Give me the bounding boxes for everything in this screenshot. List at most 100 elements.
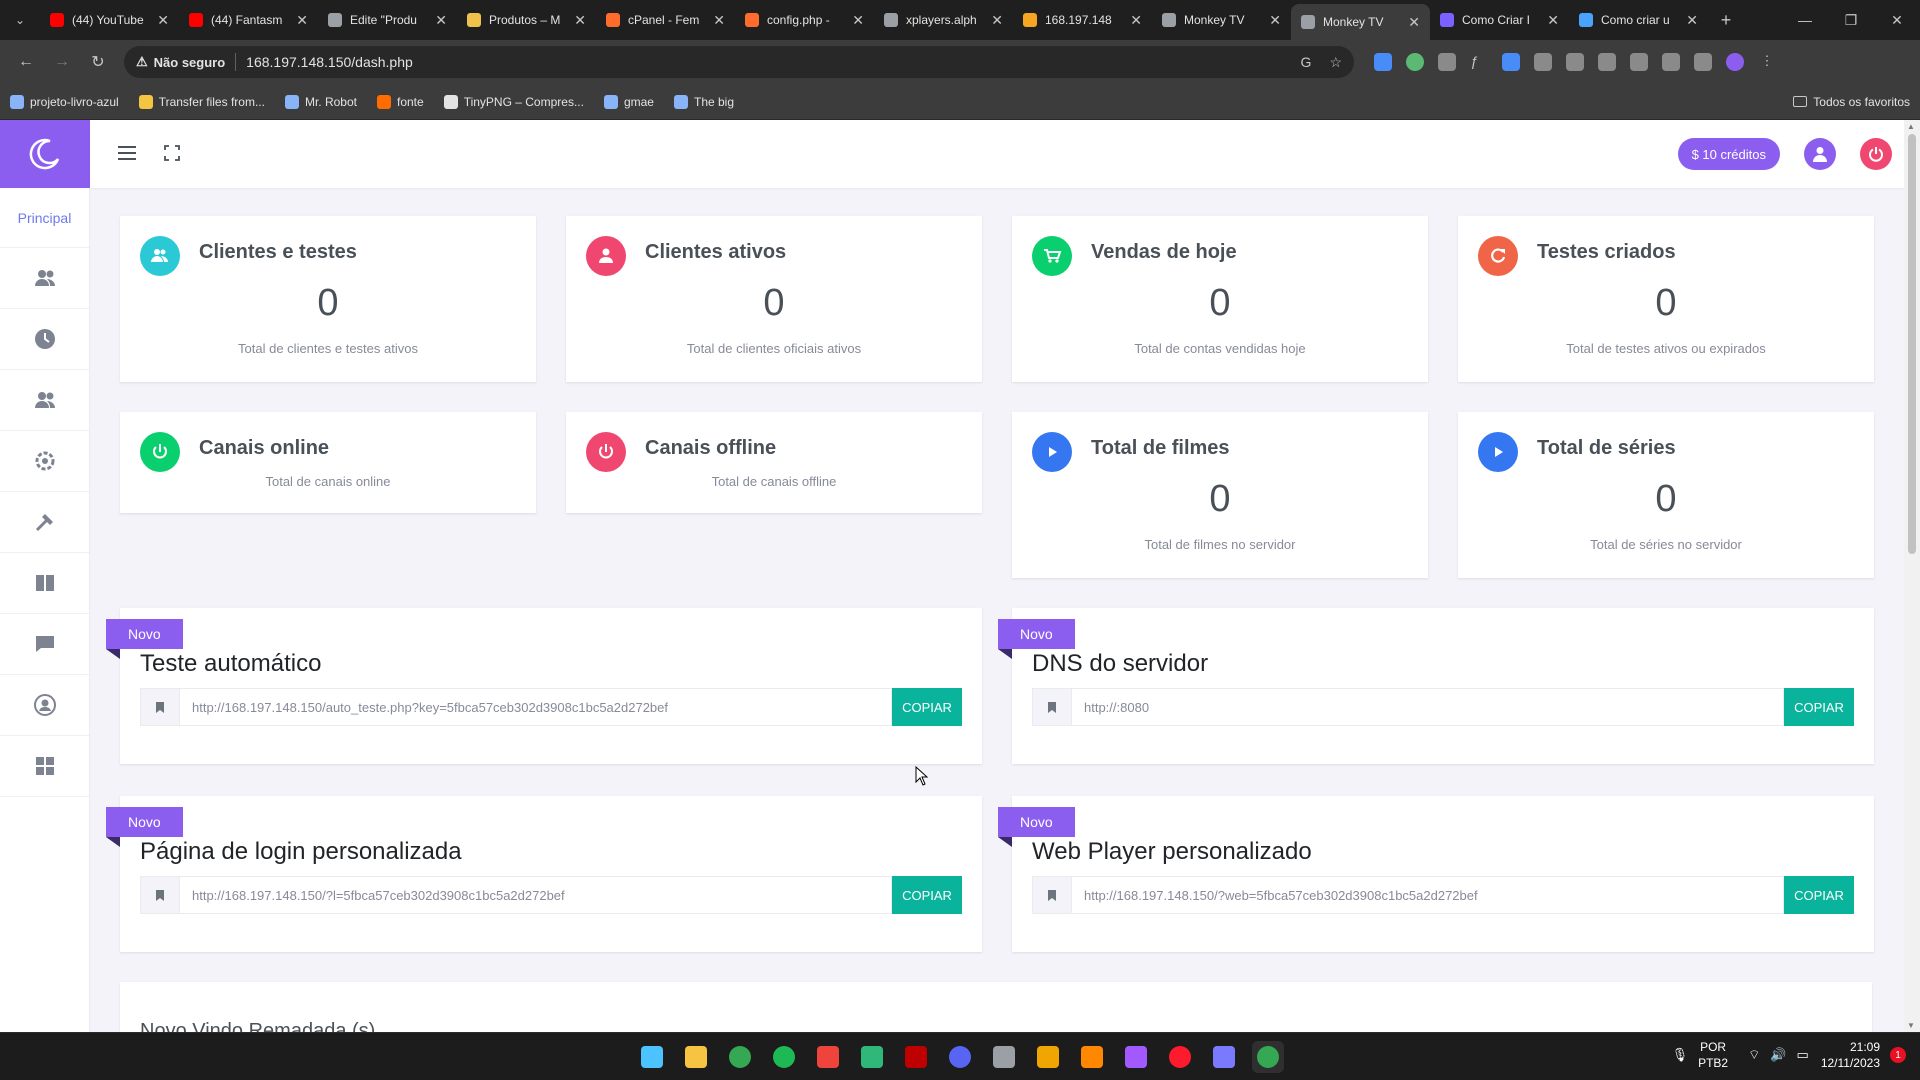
scroll-up-icon[interactable]: ▲	[1907, 122, 1915, 131]
chrome-icon[interactable]	[724, 1041, 756, 1073]
user-account-button[interactable]	[1804, 138, 1836, 170]
clock[interactable]: 21:09 12/11/2023	[1821, 1039, 1880, 1071]
address-bar[interactable]: ⚠ Não seguro 168.197.148.150/dash.php G …	[124, 46, 1354, 78]
fullscreen-icon[interactable]	[164, 145, 180, 164]
vlc-icon[interactable]	[1076, 1041, 1108, 1073]
camera-extension-icon[interactable]	[1438, 53, 1456, 71]
bookmark-item[interactable]: projeto-livro-azul	[10, 95, 119, 109]
sidebar-item-clock[interactable]	[0, 309, 89, 370]
app-icon[interactable]	[1120, 1041, 1152, 1073]
media-control-icon[interactable]	[1662, 53, 1680, 71]
volume-icon[interactable]: 🔊	[1770, 1047, 1786, 1063]
sidebar-item-account[interactable]	[0, 675, 89, 736]
profile-avatar[interactable]	[1726, 53, 1744, 71]
minimize-icon[interactable]: —	[1782, 12, 1828, 29]
chatgpt-icon[interactable]	[988, 1041, 1020, 1073]
copy-button[interactable]: COPIAR	[1784, 876, 1854, 914]
wifi-icon[interactable]: ⌔	[1748, 1047, 1760, 1063]
filezilla-icon[interactable]	[900, 1041, 932, 1073]
app-icon[interactable]	[856, 1041, 888, 1073]
sidebar-item-group[interactable]	[0, 370, 89, 431]
tab-close-icon[interactable]: ✕	[852, 12, 864, 29]
new-tab-button[interactable]: +	[1708, 10, 1744, 31]
browser-tab[interactable]: config.php -✕	[735, 0, 874, 40]
sidebar-item-chat[interactable]	[0, 614, 89, 675]
tab-close-icon[interactable]: ✕	[1408, 14, 1420, 31]
scroll-thumb[interactable]	[1908, 134, 1916, 554]
tab-close-icon[interactable]: ✕	[1269, 12, 1281, 29]
logo[interactable]	[0, 120, 90, 188]
copy-button[interactable]: COPIAR	[892, 876, 962, 914]
bookmark-item[interactable]: gmae	[604, 95, 654, 109]
extension-icon[interactable]	[1406, 53, 1424, 71]
function-extension-icon[interactable]: ƒ	[1470, 53, 1488, 71]
tab-close-icon[interactable]: ✕	[574, 12, 586, 29]
tab-close-icon[interactable]: ✕	[1130, 12, 1142, 29]
browser-menu-icon[interactable]: ⋮	[1758, 53, 1776, 71]
security-indicator[interactable]: ⚠ Não seguro	[136, 54, 225, 70]
notification-badge[interactable]: 1	[1890, 1047, 1906, 1063]
all-bookmarks[interactable]: Todos os favoritos	[1793, 95, 1910, 109]
tab-close-icon[interactable]: ✕	[713, 12, 725, 29]
app-icon[interactable]	[1208, 1041, 1240, 1073]
sidebar-item-book[interactable]	[0, 553, 89, 614]
spotify-icon[interactable]	[768, 1041, 800, 1073]
google-lens-icon[interactable]: G	[1301, 54, 1312, 71]
sidebar-item-users[interactable]	[0, 248, 89, 309]
translate-extension-icon[interactable]	[1502, 53, 1520, 71]
back-icon[interactable]: ←	[8, 53, 44, 71]
file-explorer-icon[interactable]	[680, 1041, 712, 1073]
download-extension-icon[interactable]	[1374, 53, 1392, 71]
browser-tab[interactable]: Monkey TV✕	[1291, 4, 1430, 40]
browser-tab[interactable]: Como criar u✕	[1569, 0, 1708, 40]
copy-button[interactable]: COPIAR	[892, 688, 962, 726]
browser-tab[interactable]: 168.197.148✕	[1013, 0, 1152, 40]
bookmark-item[interactable]: The big	[674, 95, 734, 109]
scroll-down-icon[interactable]: ▼	[1907, 1021, 1915, 1030]
restore-icon[interactable]: ❐	[1828, 12, 1874, 29]
windows-start-icon[interactable]	[636, 1041, 668, 1073]
tab-close-icon[interactable]: ✕	[1547, 12, 1559, 29]
tab-close-icon[interactable]: ✕	[157, 12, 169, 29]
downloads-icon[interactable]	[1566, 53, 1584, 71]
tab-close-icon[interactable]: ✕	[435, 12, 447, 29]
bookmark-item[interactable]: Transfer files from...	[139, 95, 265, 109]
link-url-field[interactable]: http://168.197.148.150/auto_teste.php?ke…	[180, 688, 892, 726]
bookmark-item[interactable]: TinyPNG – Compres...	[444, 95, 584, 109]
battery-icon[interactable]: ▭	[1797, 1047, 1809, 1063]
extensions-puzzle-icon[interactable]	[1630, 53, 1648, 71]
opera-icon[interactable]	[1164, 1041, 1196, 1073]
extension-icon[interactable]	[1534, 53, 1552, 71]
browser-tab[interactable]: (44) Fantasm✕	[179, 0, 318, 40]
tab-search-button[interactable]: ⌄	[0, 0, 40, 40]
browser-tab[interactable]: (44) YouTube✕	[40, 0, 179, 40]
bookmark-item[interactable]: fonte	[377, 95, 424, 109]
url-text[interactable]: 168.197.148.150/dash.php	[246, 54, 413, 70]
tab-close-icon[interactable]: ✕	[991, 12, 1003, 29]
tab-close-icon[interactable]: ✕	[1686, 12, 1698, 29]
browser-tab[interactable]: Produtos – M✕	[457, 0, 596, 40]
hamburger-menu-icon[interactable]	[118, 146, 136, 163]
sidebar-item-hammer[interactable]	[0, 492, 89, 553]
language-indicator[interactable]: POR PTB2	[1698, 1039, 1728, 1071]
browser-tab[interactable]: Como Criar I✕	[1430, 0, 1569, 40]
chrome-icon[interactable]	[1252, 1041, 1284, 1073]
sidebar-item-principal[interactable]: Principal	[0, 188, 89, 248]
link-url-field[interactable]: http://168.197.148.150/?l=5fbca57ceb302d…	[180, 876, 892, 914]
forward-icon[interactable]: →	[44, 53, 80, 71]
close-window-icon[interactable]: ✕	[1874, 12, 1920, 29]
app-icon[interactable]	[1032, 1041, 1064, 1073]
browser-tab[interactable]: xplayers.alph✕	[874, 0, 1013, 40]
discord-icon[interactable]	[944, 1041, 976, 1073]
logout-button[interactable]	[1860, 138, 1892, 170]
sidebar-item-settings[interactable]	[0, 431, 89, 492]
browser-tab[interactable]: Edite "Produ✕	[318, 0, 457, 40]
side-panel-icon[interactable]	[1694, 53, 1712, 71]
page-scrollbar[interactable]: ▲ ▼	[1904, 120, 1920, 1032]
extension-icon[interactable]	[1598, 53, 1616, 71]
tab-close-icon[interactable]: ✕	[296, 12, 308, 29]
link-url-field[interactable]: http://168.197.148.150/?web=5fbca57ceb30…	[1072, 876, 1784, 914]
microphone-icon[interactable]: 🎙	[1672, 1047, 1689, 1063]
bookmark-star-icon[interactable]: ☆	[1329, 54, 1342, 71]
credits-button[interactable]: $ 10 créditos	[1678, 138, 1780, 170]
